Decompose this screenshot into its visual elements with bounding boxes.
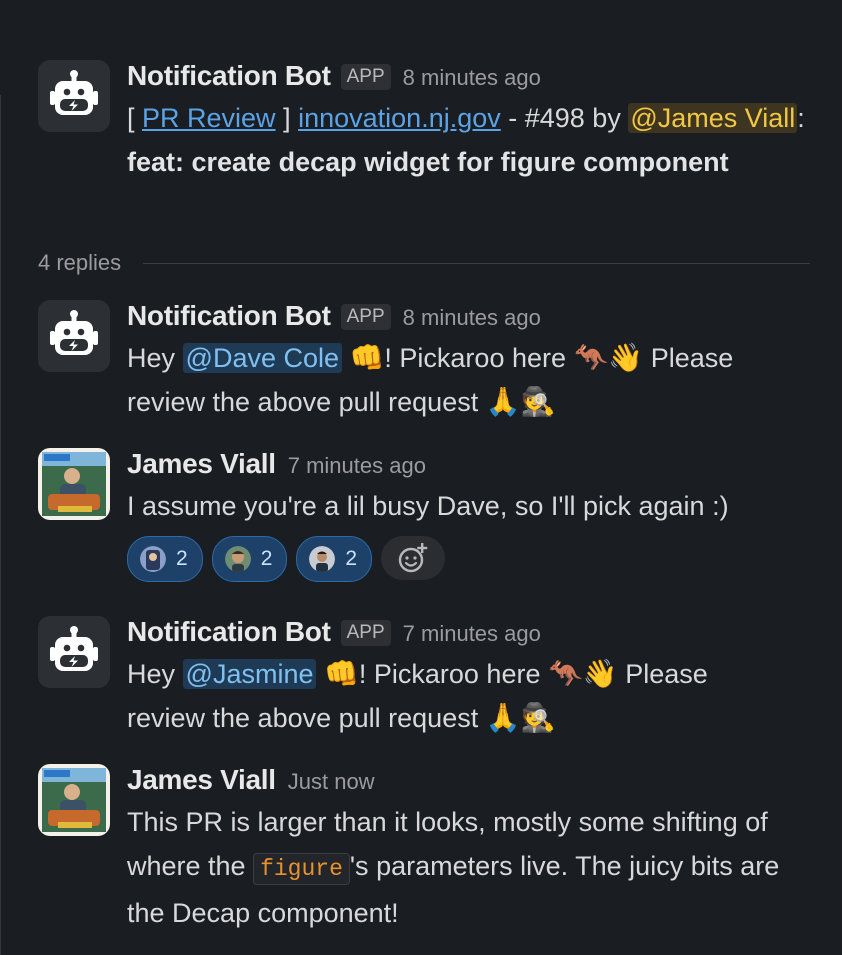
pray-emoji: 🙏	[485, 702, 521, 733]
review-text: review the above pull request	[127, 703, 486, 733]
wave-emoji: 👋	[582, 658, 618, 689]
robot-lightning-icon	[50, 626, 98, 671]
user-mention[interactable]: @Jasmine	[182, 659, 317, 689]
message-text: Hey @Jasmine 👊! Pickaroo here 🦘👋 Please …	[127, 652, 822, 740]
reaction-pill[interactable]: 2	[296, 536, 373, 582]
kangaroo-emoji: 🦘	[573, 342, 609, 373]
user-avatar-image	[38, 764, 110, 836]
detective-emoji: 🕵	[520, 386, 556, 417]
message-text: [ PR Review ] innovation.nj.gov - #498 b…	[127, 96, 822, 184]
user-avatar-image	[38, 448, 110, 520]
pickaroo-text: ! Pickaroo here	[384, 343, 574, 373]
replies-divider: 4 replies	[38, 248, 810, 278]
please-text: Please	[617, 659, 708, 689]
pr-review-link[interactable]: PR Review	[142, 103, 276, 133]
smiley-plus-icon	[398, 543, 428, 573]
pray-emoji: 🙏	[485, 386, 521, 417]
please-text: Please	[643, 343, 734, 373]
bot-avatar[interactable]	[38, 300, 110, 372]
reaction-pill[interactable]: 2	[211, 536, 288, 582]
user-mention[interactable]: @James Viall	[628, 103, 798, 133]
app-badge: APP	[340, 64, 391, 90]
reaction-count: 2	[260, 547, 273, 570]
message-text: I assume you're a lil busy Dave, so I'll…	[127, 491, 729, 521]
wave-emoji: 👋	[608, 342, 644, 373]
reaction-pill[interactable]: 2	[127, 536, 203, 582]
bot-avatar[interactable]	[38, 60, 110, 132]
fist-emoji: 👊	[349, 342, 385, 373]
reaction-avatar-icon	[140, 546, 166, 572]
greeting-text: Hey	[127, 343, 183, 373]
user-avatar[interactable]	[38, 764, 110, 836]
pr-title: feat: create decap widget for figure com…	[127, 147, 729, 177]
reaction-count: 2	[345, 547, 358, 570]
app-badge: APP	[340, 304, 391, 330]
timestamp[interactable]: 7 minutes ago	[403, 621, 541, 647]
reaction-count: 2	[176, 547, 188, 570]
bracket-text: ]	[275, 103, 291, 133]
bot-avatar[interactable]	[38, 616, 110, 688]
robot-lightning-icon	[50, 70, 98, 115]
divider-line	[143, 262, 810, 264]
reaction-avatar-icon	[309, 546, 336, 572]
add-reaction-button[interactable]	[381, 536, 446, 580]
user-avatar[interactable]	[38, 448, 110, 520]
timestamp[interactable]: Just now	[288, 769, 375, 795]
detective-emoji: 🕵	[520, 702, 556, 733]
fist-emoji: 👊	[324, 658, 359, 689]
author-name[interactable]: Notification Bot	[127, 300, 331, 332]
user-mention[interactable]: @Dave Cole	[182, 343, 343, 373]
reply-message: Notification Bot APP 8 minutes ago Hey @…	[38, 300, 822, 424]
reaction-avatar-icon	[224, 546, 251, 572]
greeting-text: Hey	[127, 659, 183, 689]
pickaroo-text: ! Pickaroo here	[358, 659, 548, 689]
review-text: review the above pull request	[127, 387, 486, 417]
colon-text: :	[797, 103, 805, 133]
timestamp[interactable]: 7 minutes ago	[288, 453, 426, 479]
parent-message: Notification Bot APP 8 minutes ago [ PR …	[38, 60, 822, 184]
pr-number-text: - #498 by	[500, 103, 629, 133]
replies-count: 4 replies	[38, 250, 122, 275]
timestamp[interactable]: 8 minutes ago	[403, 305, 541, 331]
kangaroo-emoji: 🦘	[547, 658, 583, 689]
timestamp[interactable]: 8 minutes ago	[403, 65, 541, 91]
app-badge: APP	[340, 620, 391, 646]
bracket-text: [	[127, 103, 143, 133]
author-name[interactable]: James Viall	[127, 764, 276, 796]
reply-message: James Viall Just now This PR is larger t…	[38, 764, 822, 935]
repo-link[interactable]: innovation.nj.gov	[298, 103, 501, 133]
author-name[interactable]: James Viall	[127, 448, 276, 480]
reply-message: James Viall 7 minutes ago I assume you'r…	[38, 448, 822, 582]
message-text: This PR is larger than it looks, mostly …	[127, 800, 822, 935]
reactions-bar: 2 2 2	[127, 536, 822, 582]
reply-message: Notification Bot APP 7 minutes ago Hey @…	[38, 616, 822, 740]
left-border	[0, 95, 5, 955]
message-text: Hey @Dave Cole 👊! Pickaroo here 🦘👋 Pleas…	[127, 336, 822, 424]
robot-lightning-icon	[50, 310, 98, 355]
inline-code: figure	[253, 853, 350, 885]
author-name[interactable]: Notification Bot	[127, 616, 331, 648]
author-name[interactable]: Notification Bot	[127, 60, 331, 92]
